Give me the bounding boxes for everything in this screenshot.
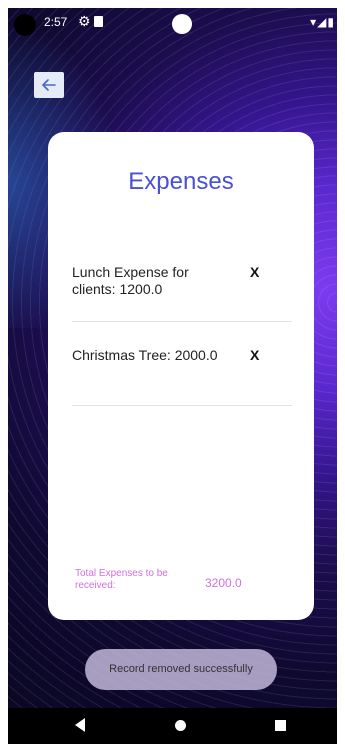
toast-message: Record removed successfully bbox=[85, 649, 277, 690]
camera-cutout bbox=[14, 14, 36, 36]
status-time: 2:57 bbox=[44, 15, 68, 29]
sd-card-icon bbox=[94, 16, 103, 27]
delete-expense-button[interactable]: X bbox=[250, 347, 259, 363]
page-title: Expenses bbox=[128, 168, 234, 195]
nav-home-icon[interactable] bbox=[175, 720, 186, 731]
back-button[interactable] bbox=[34, 72, 64, 98]
expenses-card: Expenses Lunch Expense for clients: 1200… bbox=[48, 132, 314, 620]
wifi-battery-icon: ▾◢▮ bbox=[310, 15, 335, 29]
expense-item: Lunch Expense for clients: 1200.0 X bbox=[72, 264, 292, 322]
nav-recents-icon[interactable] bbox=[275, 720, 286, 731]
settings-gear-icon: ⚙ bbox=[78, 13, 91, 29]
arrow-left-icon bbox=[42, 79, 56, 91]
navigation-bar bbox=[8, 708, 337, 744]
expense-item-text: Christmas Tree: 2000.0 bbox=[72, 347, 218, 363]
status-bar: 2:57 ⚙ ▾◢▮ bbox=[8, 8, 337, 36]
total-expenses-label: Total Expenses to be received: bbox=[75, 568, 168, 591]
total-expenses-value: 3200.0 bbox=[205, 576, 242, 590]
expense-item: Christmas Tree: 2000.0 X bbox=[72, 347, 292, 406]
app-screen: 2:57 ⚙ ▾◢▮ Expenses Lunch Expense for cl… bbox=[8, 8, 337, 744]
expense-item-text: Lunch Expense for clients: 1200.0 bbox=[72, 264, 189, 297]
notification-dot-icon bbox=[172, 14, 192, 34]
delete-expense-button[interactable]: X bbox=[250, 264, 259, 280]
nav-back-icon[interactable] bbox=[75, 718, 85, 732]
